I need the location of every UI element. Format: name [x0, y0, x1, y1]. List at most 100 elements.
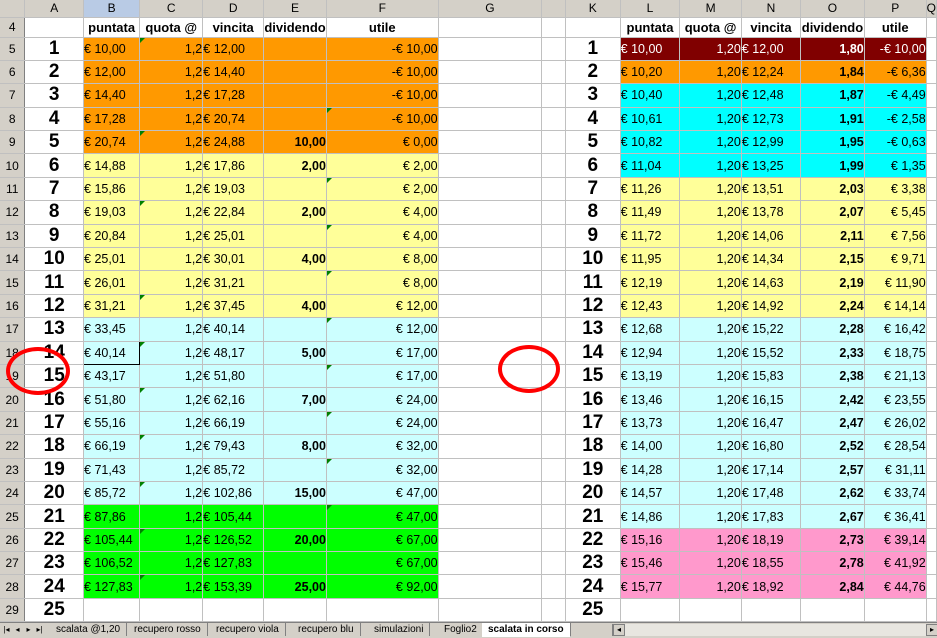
- cell-puntata[interactable]: € 14,57: [620, 481, 681, 506]
- cell-quota[interactable]: 1,2: [139, 528, 204, 553]
- cell[interactable]: [438, 528, 543, 553]
- step-number[interactable]: 16: [565, 387, 621, 412]
- tab-foglio2[interactable]: Foglio2: [438, 623, 484, 636]
- cell[interactable]: [438, 247, 543, 272]
- column-header-G[interactable]: G: [438, 0, 543, 18]
- cell-quota[interactable]: 1,20: [679, 574, 742, 599]
- tab-recupero-blu[interactable]: recupero blu: [292, 623, 361, 636]
- column-header-C[interactable]: C: [139, 0, 204, 18]
- row-header[interactable]: 4: [0, 17, 26, 38]
- cell[interactable]: [541, 107, 566, 132]
- cell[interactable]: [926, 224, 937, 249]
- cell[interactable]: [926, 458, 937, 482]
- cell-quota[interactable]: 1,20: [679, 107, 742, 132]
- cell-dividendo[interactable]: 8,00: [263, 434, 327, 459]
- column-header-E[interactable]: E: [263, 0, 327, 18]
- cell[interactable]: [438, 107, 543, 132]
- cell-vincita[interactable]: € 13,25: [741, 153, 802, 178]
- cell[interactable]: [926, 434, 937, 459]
- cell-dividendo[interactable]: 2,15: [800, 247, 865, 272]
- step-number[interactable]: 23: [565, 551, 621, 576]
- cell-utile[interactable]: € 23,55: [864, 387, 927, 412]
- cell-quota[interactable]: [139, 598, 204, 622]
- cell-vincita[interactable]: € 24,88: [202, 130, 265, 155]
- row-header[interactable]: 28: [0, 574, 26, 599]
- cell-quota[interactable]: 1,2: [139, 458, 204, 482]
- cell-puntata[interactable]: € 26,01: [83, 270, 141, 295]
- cell[interactable]: [541, 458, 566, 482]
- cell-utile[interactable]: € 8,00: [326, 247, 439, 272]
- cell-vincita[interactable]: € 40,14: [202, 317, 265, 342]
- cell-vincita[interactable]: € 17,48: [741, 481, 802, 506]
- cell-quota[interactable]: 1,2: [139, 504, 204, 529]
- cell-vincita[interactable]: € 20,74: [202, 107, 265, 132]
- cell-dividendo[interactable]: [263, 458, 327, 482]
- cell[interactable]: [541, 481, 566, 506]
- step-number[interactable]: 9: [565, 224, 621, 249]
- cell-dividendo[interactable]: [263, 411, 327, 436]
- cell[interactable]: [541, 411, 566, 436]
- cell-utile[interactable]: € 92,00: [326, 574, 439, 599]
- cell-utile[interactable]: € 24,00: [326, 411, 439, 436]
- cell-puntata[interactable]: € 17,28: [83, 107, 141, 132]
- cell-utile[interactable]: € 18,75: [864, 341, 927, 365]
- step-number[interactable]: 4: [24, 107, 85, 132]
- cell-quota[interactable]: 1,2: [139, 247, 204, 272]
- step-number[interactable]: 25: [24, 598, 85, 622]
- step-number[interactable]: 3: [24, 83, 85, 108]
- cell[interactable]: [438, 551, 543, 576]
- cell-dividendo[interactable]: 4,00: [263, 247, 327, 272]
- cell-vincita[interactable]: € 30,01: [202, 247, 265, 272]
- cell-puntata[interactable]: € 12,19: [620, 270, 681, 295]
- cell-vincita[interactable]: € 17,83: [741, 504, 802, 529]
- cell[interactable]: [926, 247, 937, 272]
- row-header[interactable]: 21: [0, 411, 26, 436]
- cell-puntata[interactable]: € 12,00: [83, 60, 141, 85]
- cell-dividendo[interactable]: 2,03: [800, 177, 865, 202]
- cell-vincita[interactable]: € 25,01: [202, 224, 265, 249]
- cell-dividendo[interactable]: [263, 317, 327, 342]
- column-title-dividendo[interactable]: dividendo: [263, 17, 327, 38]
- cell-utile[interactable]: € 39,14: [864, 528, 927, 553]
- row-header[interactable]: 20: [0, 387, 26, 412]
- cell-puntata[interactable]: € 31,21: [83, 294, 141, 319]
- step-number[interactable]: 18: [24, 434, 85, 459]
- cell[interactable]: [438, 37, 543, 61]
- cell[interactable]: [438, 598, 543, 622]
- cell[interactable]: [926, 294, 937, 319]
- cell-puntata[interactable]: € 15,46: [620, 551, 681, 576]
- cell[interactable]: [926, 107, 937, 132]
- cell-quota[interactable]: 1,20: [679, 364, 742, 389]
- cell-dividendo[interactable]: 2,62: [800, 481, 865, 506]
- cell-dividendo[interactable]: 2,07: [800, 200, 865, 225]
- cell-vincita[interactable]: € 15,83: [741, 364, 802, 389]
- cell-quota[interactable]: 1,2: [139, 317, 204, 342]
- cell-vincita[interactable]: [202, 598, 265, 622]
- cell-puntata[interactable]: € 25,01: [83, 247, 141, 272]
- cell[interactable]: [438, 317, 543, 342]
- cell-vincita[interactable]: € 17,14: [741, 458, 802, 482]
- cell-puntata[interactable]: € 12,68: [620, 317, 681, 342]
- column-title-dividendo[interactable]: dividendo: [800, 17, 865, 38]
- cell-puntata[interactable]: € 11,49: [620, 200, 681, 225]
- step-number[interactable]: 12: [565, 294, 621, 319]
- cell-utile[interactable]: € 12,00: [326, 317, 439, 342]
- cell[interactable]: [541, 387, 566, 412]
- cell-puntata[interactable]: € 127,83: [83, 574, 141, 599]
- cell[interactable]: [541, 177, 566, 202]
- last-sheet-icon[interactable]: ▸|: [35, 625, 44, 635]
- cell-puntata[interactable]: € 20,74: [83, 130, 141, 155]
- step-number[interactable]: 3: [565, 83, 621, 108]
- column-header-N[interactable]: N: [741, 0, 802, 18]
- column-title-puntata[interactable]: puntata: [83, 17, 141, 38]
- step-number[interactable]: 6: [565, 153, 621, 178]
- column-header-Q[interactable]: Q: [926, 0, 937, 18]
- cell-dividendo[interactable]: 2,24: [800, 294, 865, 319]
- step-number[interactable]: 7: [24, 177, 85, 202]
- cell-puntata[interactable]: € 51,80: [83, 387, 141, 412]
- cell-dividendo[interactable]: 2,00: [263, 200, 327, 225]
- cell-puntata[interactable]: € 14,88: [83, 153, 141, 178]
- cell-puntata[interactable]: € 106,52: [83, 551, 141, 576]
- step-number[interactable]: 1: [565, 37, 621, 61]
- cell-quota[interactable]: 1,2: [139, 270, 204, 295]
